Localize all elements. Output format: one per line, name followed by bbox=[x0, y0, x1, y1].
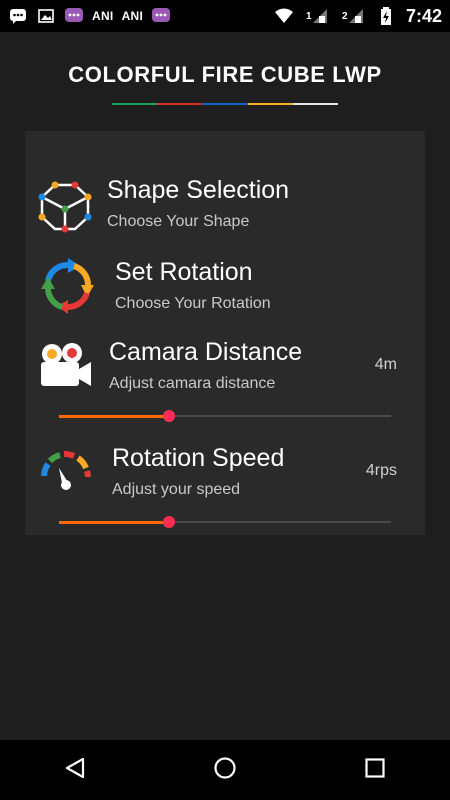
video-camera-icon bbox=[39, 342, 93, 393]
rotation-speed-slider[interactable] bbox=[59, 516, 391, 528]
underline-segment bbox=[292, 103, 339, 105]
chat-app-icon bbox=[64, 8, 84, 24]
title-underline bbox=[112, 103, 339, 105]
chat-app-icon bbox=[151, 8, 171, 24]
setting-subtitle: Adjust camara distance bbox=[109, 375, 276, 392]
status-bar-left: ANI ANI bbox=[8, 8, 171, 24]
setting-title: Rotation Speed bbox=[112, 444, 285, 472]
notification-label: ANI bbox=[92, 9, 114, 23]
recents-icon bbox=[364, 757, 386, 784]
cube-icon bbox=[38, 179, 92, 238]
sim1-signal-icon: 1 bbox=[304, 8, 330, 24]
setting-subtitle: Adjust your speed bbox=[112, 481, 241, 498]
notification-label: ANI bbox=[121, 9, 144, 23]
underline-segment bbox=[157, 103, 203, 105]
recents-button[interactable] bbox=[345, 740, 405, 800]
underline-segment bbox=[112, 103, 158, 105]
status-bar-right: 1 2 7:42 bbox=[274, 6, 442, 27]
sim2-signal-icon: 2 bbox=[340, 8, 366, 24]
clock: 7:42 bbox=[405, 5, 442, 26]
camera-distance-item[interactable]: Camara Distance Adjust camara distance 4… bbox=[25, 334, 425, 434]
setting-subtitle: Choose Your Rotation bbox=[115, 295, 271, 312]
slider-thumb[interactable] bbox=[162, 516, 175, 528]
settings-card: Shape Selection Choose Your Shape Set Ro… bbox=[25, 131, 425, 535]
navigation-bar bbox=[0, 740, 450, 800]
status-bar: ANI ANI 1 2 7:42 bbox=[0, 0, 450, 32]
back-icon bbox=[63, 756, 87, 785]
battery-icon bbox=[376, 7, 396, 25]
speedometer-icon bbox=[38, 448, 94, 501]
shape-selection-item[interactable]: Shape Selection Choose Your Shape bbox=[25, 171, 425, 241]
rotation-speed-item[interactable]: Rotation Speed Adjust your speed 4rps bbox=[25, 440, 425, 540]
slider-thumb[interactable] bbox=[162, 410, 175, 422]
slider-fill bbox=[59, 415, 169, 418]
back-button[interactable] bbox=[45, 740, 105, 800]
underline-segment bbox=[202, 103, 248, 105]
setting-title: Set Rotation bbox=[115, 258, 253, 286]
setting-title: Camara Distance bbox=[109, 338, 303, 366]
app-title: COLORFUL FIRE CUBE LWP bbox=[68, 62, 382, 87]
rotation-speed-value: 4rps bbox=[365, 462, 397, 479]
gallery-icon bbox=[36, 8, 56, 24]
home-icon bbox=[213, 756, 237, 785]
setting-title: Shape Selection bbox=[107, 176, 290, 204]
camera-distance-slider[interactable] bbox=[59, 410, 391, 422]
setting-subtitle: Choose Your Shape bbox=[107, 213, 250, 230]
rotation-arrows-icon bbox=[38, 257, 98, 320]
set-rotation-item[interactable]: Set Rotation Choose Your Rotation bbox=[25, 253, 425, 323]
camera-distance-value: 4m bbox=[374, 356, 397, 373]
messenger-icon bbox=[8, 8, 28, 24]
wifi-icon bbox=[274, 8, 294, 24]
home-button[interactable] bbox=[195, 740, 255, 800]
underline-segment bbox=[247, 103, 293, 105]
slider-fill bbox=[59, 521, 169, 524]
